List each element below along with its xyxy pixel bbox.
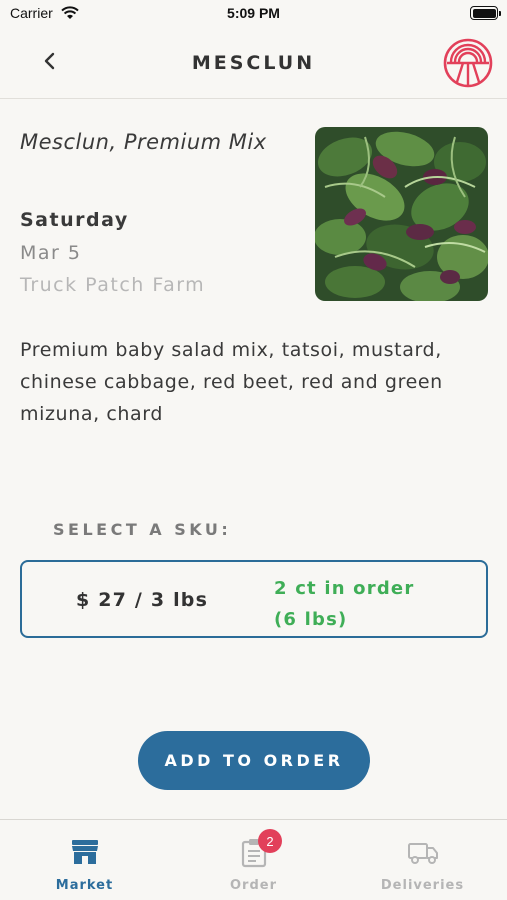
nav-bar: MESCLUN — [0, 30, 507, 99]
sku-order-count: 2 ct in order (6 lbs) — [274, 573, 414, 635]
tab-order-label: Order — [230, 878, 277, 893]
product-name: Mesclun, Premium Mix — [20, 130, 267, 154]
tab-bar: Market Order Deliveries — [0, 819, 507, 900]
sku-heading: SELECT A SKU: — [53, 520, 232, 539]
product-image — [315, 127, 488, 301]
sku-order-count-line1: 2 ct in order — [274, 578, 415, 599]
salad-greens-image — [315, 127, 488, 301]
add-to-order-button[interactable]: ADD TO ORDER — [138, 731, 370, 790]
product-description: Premium baby salad mix, tatsoi, mustard,… — [20, 339, 443, 425]
market-logo-icon[interactable] — [443, 38, 493, 88]
farm-name[interactable]: Truck Patch Farm — [20, 274, 205, 296]
order-count-badge: 2 — [258, 829, 282, 853]
status-time: 5:09 PM — [227, 5, 280, 21]
tab-deliveries[interactable]: Deliveries — [338, 820, 507, 900]
storefront-icon — [71, 840, 98, 864]
tab-deliveries-label: Deliveries — [380, 878, 465, 893]
tab-market[interactable]: Market — [0, 820, 169, 900]
sku-option[interactable]: $ 27 / 3 lbs 2 ct in order (6 lbs) — [20, 560, 488, 638]
sku-order-count-line2: (6 lbs) — [274, 609, 348, 630]
battery-icon — [470, 6, 501, 20]
tab-order[interactable]: Order — [169, 820, 338, 900]
delivery-day: Saturday — [20, 209, 129, 231]
sku-price: $ 27 / 3 lbs — [76, 589, 209, 611]
tab-market-label: Market — [55, 878, 114, 893]
delivery-date: Mar 5 — [20, 242, 82, 264]
truck-icon — [407, 843, 438, 864]
status-bar: Carrier 5:09 PM — [0, 0, 507, 30]
page-title: MESCLUN — [191, 52, 316, 74]
